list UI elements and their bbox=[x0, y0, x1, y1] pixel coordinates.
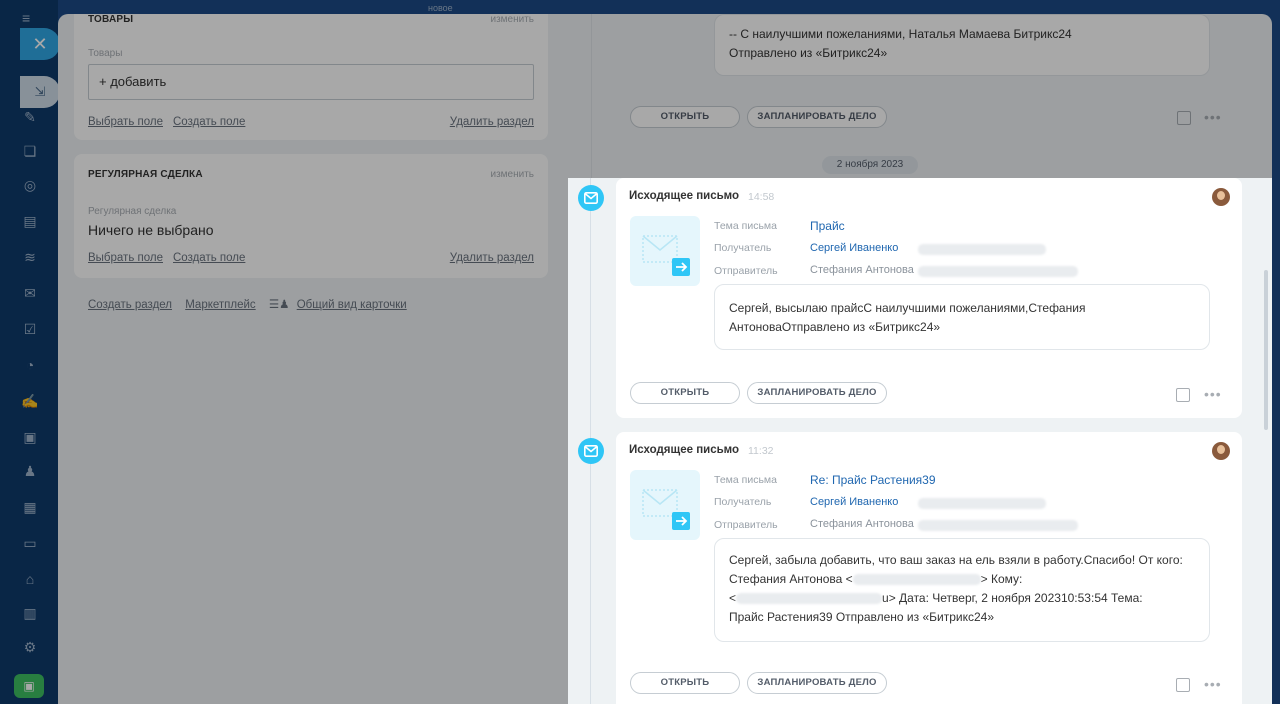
timeline-item-email-1: Исходящее письмо 14:58 Тема письма Прайс… bbox=[616, 178, 1242, 418]
item-time: 11:32 bbox=[748, 445, 774, 457]
avatar[interactable] bbox=[1212, 188, 1230, 206]
goods-select-field-link[interactable]: Выбрать поле bbox=[88, 116, 163, 128]
goods-edit-link[interactable]: изменить bbox=[490, 14, 534, 25]
recipient-email-redacted bbox=[918, 244, 1046, 255]
sender-email-redacted bbox=[918, 266, 1078, 277]
top-label: новое bbox=[428, 3, 453, 13]
nav-file-icon[interactable]: ▦ bbox=[21, 498, 39, 516]
nav-tasks-icon[interactable]: ☑ bbox=[21, 320, 39, 338]
nav-calendar-icon[interactable]: ▥ bbox=[21, 604, 39, 622]
top-email-body: -- С наилучшими пожеланиями, Наталья Мам… bbox=[714, 14, 1210, 76]
nav-shop-icon[interactable]: ⌂ bbox=[21, 570, 39, 588]
recipient-email-redacted bbox=[918, 498, 1046, 509]
nav-sign-icon[interactable]: ✍ bbox=[21, 392, 39, 410]
recipient-label: Получатель bbox=[714, 242, 772, 254]
comment-icon[interactable] bbox=[1176, 678, 1190, 692]
regular-deal-title: РЕГУЛЯРНАЯ СДЕЛКА bbox=[88, 169, 203, 180]
avatar[interactable] bbox=[1212, 442, 1230, 460]
nav-edit-icon[interactable]: ✎ bbox=[21, 108, 39, 126]
nav-filter-icon[interactable]: ≋ bbox=[21, 248, 39, 266]
regular-deal-edit-link[interactable]: изменить bbox=[490, 169, 534, 180]
close-slider-button[interactable]: ✕ bbox=[20, 28, 60, 60]
more-icon[interactable]: ••• bbox=[1204, 676, 1222, 692]
subject-label: Тема письма bbox=[714, 474, 777, 486]
email-redacted bbox=[736, 593, 883, 605]
email-redacted bbox=[852, 574, 981, 586]
goods-add-input[interactable]: + добавить bbox=[88, 64, 534, 100]
nav-doc-icon[interactable]: ▤ bbox=[21, 212, 39, 230]
nav-card-icon[interactable]: ▭ bbox=[21, 534, 39, 552]
open-button[interactable]: ОТКРЫТЬ bbox=[630, 672, 740, 694]
mail-icon bbox=[578, 185, 604, 211]
create-section-link[interactable]: Создать раздел bbox=[88, 299, 172, 311]
comment-icon[interactable] bbox=[1176, 388, 1190, 402]
sender-email-redacted bbox=[918, 520, 1078, 531]
subject-value[interactable]: Re: Прайс Растения39 bbox=[810, 473, 936, 487]
nav-crm-icon[interactable]: ◔ bbox=[21, 356, 39, 374]
mail-icon bbox=[578, 438, 604, 464]
recipient-label: Получатель bbox=[714, 496, 772, 508]
left-nav-rail: ≡ ✕ ⇲ ✎ ❏ ◎ ▤ ≋ ✉ ☑ ◔ ✍ ▣ ♟ ▦ ▭ ⌂ ▥ ⚙ ▣ bbox=[0, 0, 60, 704]
item-time: 14:58 bbox=[748, 191, 775, 203]
email-body-text: < bbox=[729, 591, 737, 605]
regular-deal-field-label: Регулярная сделка bbox=[88, 206, 177, 217]
goods-field-label: Товары bbox=[88, 48, 123, 59]
email-body-text: Сергей, высылаю прайсС наилучшими пожела… bbox=[729, 301, 1086, 334]
nav-chat-icon[interactable]: ❏ bbox=[21, 142, 39, 160]
email-body-text: Прайс Растения39 Отправлено из «Битрикс2… bbox=[729, 610, 994, 624]
email-body-1: Сергей, высылаю прайсС наилучшими пожела… bbox=[714, 284, 1210, 350]
top-schedule-button[interactable]: ЗАПЛАНИРОВАТЬ ДЕЛО bbox=[747, 106, 887, 128]
nav-mail-icon[interactable]: ✉ bbox=[21, 284, 39, 302]
envelope-icon bbox=[630, 470, 700, 540]
deal-fields-column: ТОВАРЫ изменить Товары + добавить Выбрат… bbox=[74, 14, 548, 704]
more-icon[interactable]: ••• bbox=[1204, 386, 1222, 402]
goods-create-field-link[interactable]: Создать поле bbox=[173, 116, 245, 128]
envelope-icon bbox=[630, 216, 700, 286]
top-comment-icon[interactable] bbox=[1177, 111, 1191, 125]
nav-users-icon[interactable]: ♟ bbox=[21, 462, 39, 480]
sender-value: Стефания Антонова bbox=[810, 518, 914, 530]
date-separator: 2 ноября 2023 bbox=[822, 156, 918, 174]
nav-globe-icon[interactable]: ◎ bbox=[21, 176, 39, 194]
timeline-highlight: Исходящее письмо 14:58 Тема письма Прайс… bbox=[568, 178, 1272, 704]
timeline-item-email-2: Исходящее письмо 11:32 Тема письма Re: П… bbox=[616, 432, 1242, 704]
card-view-icon: ☰♟ bbox=[268, 299, 290, 311]
hamburger-icon[interactable]: ≡ bbox=[22, 10, 38, 26]
email-body-2: Сергей, забыла добавить, что ваш заказ н… bbox=[714, 538, 1210, 642]
sender-label: Отправитель bbox=[714, 265, 778, 277]
top-email-line1: -- С наилучшими пожеланиями, Наталья Мам… bbox=[729, 27, 1072, 41]
footer-links: Создать раздел Маркетплейс ☰♟ Общий вид … bbox=[88, 297, 417, 311]
top-more-icon[interactable]: ••• bbox=[1204, 109, 1222, 125]
settings-icon[interactable]: ⚙ bbox=[21, 638, 39, 656]
sender-value: Стефания Антонова bbox=[810, 264, 914, 276]
regular-create-field-link[interactable]: Создать поле bbox=[173, 252, 245, 264]
item-title: Исходящее письмо bbox=[629, 444, 740, 456]
regular-deal-value[interactable]: Ничего не выбрано bbox=[88, 222, 214, 238]
regular-select-field-link[interactable]: Выбрать поле bbox=[88, 252, 163, 264]
top-open-button[interactable]: ОТКРЫТЬ bbox=[630, 106, 740, 128]
open-button[interactable]: ОТКРЫТЬ bbox=[630, 382, 740, 404]
schedule-button[interactable]: ЗАПЛАНИРОВАТЬ ДЕЛО bbox=[747, 672, 887, 694]
nav-video-icon[interactable]: ▣ bbox=[21, 428, 39, 446]
goods-section-title: ТОВАРЫ bbox=[88, 14, 134, 25]
top-email-line2: Отправлено из «Битрикс24» bbox=[729, 46, 888, 60]
goods-delete-section-link[interactable]: Удалить раздел bbox=[450, 116, 534, 128]
regular-delete-section-link[interactable]: Удалить раздел bbox=[450, 252, 534, 264]
regular-deal-section: РЕГУЛЯРНАЯ СДЕЛКА изменить Регулярная сд… bbox=[74, 154, 548, 278]
timeline-scrollbar[interactable] bbox=[1264, 270, 1268, 430]
app-launcher-icon[interactable]: ▣ bbox=[14, 674, 44, 698]
card-view-link[interactable]: Общий вид карточки bbox=[297, 299, 407, 311]
schedule-button[interactable]: ЗАПЛАНИРОВАТЬ ДЕЛО bbox=[747, 382, 887, 404]
email-body-text: > Кому: bbox=[980, 572, 1023, 586]
pin-icon[interactable]: ⇲ bbox=[20, 76, 60, 108]
sender-label: Отправитель bbox=[714, 519, 778, 531]
recipient-link[interactable]: Сергей Иваненко bbox=[810, 242, 898, 254]
email-body-text: u> Дата: Четверг, 2 ноября 202310:53:54 … bbox=[882, 591, 1143, 605]
item-title: Исходящее письмо bbox=[629, 190, 740, 202]
subject-value[interactable]: Прайс bbox=[810, 219, 845, 233]
goods-section: ТОВАРЫ изменить Товары + добавить Выбрат… bbox=[74, 14, 548, 140]
recipient-link[interactable]: Сергей Иваненко bbox=[810, 496, 898, 508]
subject-label: Тема письма bbox=[714, 220, 777, 232]
marketplace-link[interactable]: Маркетплейс bbox=[185, 299, 255, 311]
